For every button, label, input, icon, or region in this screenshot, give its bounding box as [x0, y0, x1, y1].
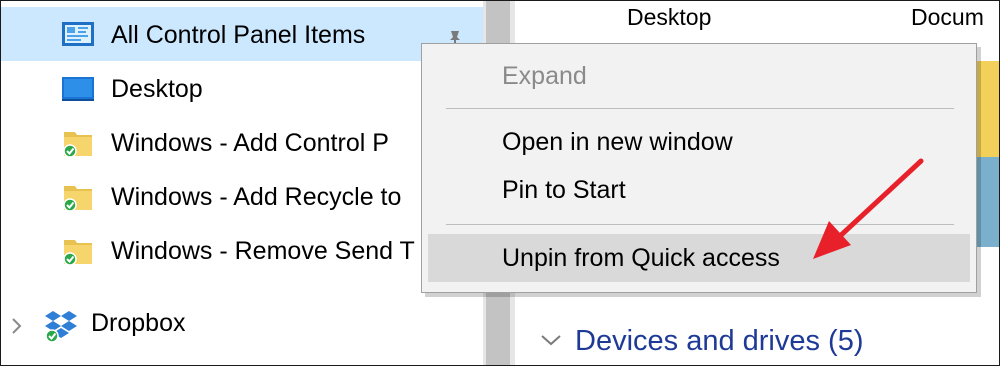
nav-item-folder-add-recycle[interactable]: Windows - Add Recycle to — [1, 169, 483, 223]
nav-item-label: Windows - Add Recycle to — [111, 183, 402, 211]
nav-item-dropbox[interactable]: Dropbox — [1, 301, 483, 355]
folder-label-desktop[interactable]: Desktop — [627, 3, 711, 31]
nav-item-label: Desktop — [111, 75, 203, 103]
nav-item-desktop[interactable]: Desktop — [1, 61, 483, 115]
nav-item-label: All Control Panel Items — [111, 21, 366, 49]
explorer-window: All Control Panel Items Desktop Windows … — [0, 0, 1000, 366]
menu-item-expand[interactable]: Expand — [428, 52, 970, 100]
section-title: Devices and drives (5) — [575, 325, 864, 357]
menu-separator — [446, 224, 954, 225]
menu-item-unpin-from-quick-access[interactable]: Unpin from Quick access — [428, 234, 970, 282]
nav-item-label: Windows - Add Control P — [111, 129, 389, 157]
menu-item-pin-to-start[interactable]: Pin to Start — [428, 166, 970, 214]
menu-item-label: Open in new window — [502, 128, 733, 156]
control-panel-icon — [62, 22, 94, 46]
menu-item-label: Pin to Start — [502, 176, 626, 204]
nav-item-folder-remove-send[interactable]: Windows - Remove Send T — [1, 223, 483, 277]
folder-label-documents[interactable]: Docum — [911, 3, 984, 31]
menu-item-label: Unpin from Quick access — [502, 244, 780, 272]
folder-synced-icon — [63, 240, 92, 266]
folder-synced-icon — [63, 132, 92, 158]
nav-item-all-control-panel-items[interactable]: All Control Panel Items — [1, 7, 483, 61]
menu-separator — [446, 108, 954, 109]
folder-synced-icon — [63, 186, 92, 212]
navigation-pane: All Control Panel Items Desktop Windows … — [1, 1, 483, 365]
menu-item-open-in-new-window[interactable]: Open in new window — [428, 118, 970, 166]
menu-item-label: Expand — [502, 62, 587, 90]
context-menu: Expand Open in new window Pin to Start U… — [421, 43, 977, 293]
chevron-down-icon — [541, 335, 561, 346]
nav-item-label: Windows - Remove Send T — [111, 237, 415, 265]
nav-item-folder-add-control-panel[interactable]: Windows - Add Control P — [1, 115, 483, 169]
dropbox-icon — [45, 311, 77, 343]
desktop-icon — [62, 77, 94, 101]
nav-item-label: Dropbox — [91, 309, 186, 337]
